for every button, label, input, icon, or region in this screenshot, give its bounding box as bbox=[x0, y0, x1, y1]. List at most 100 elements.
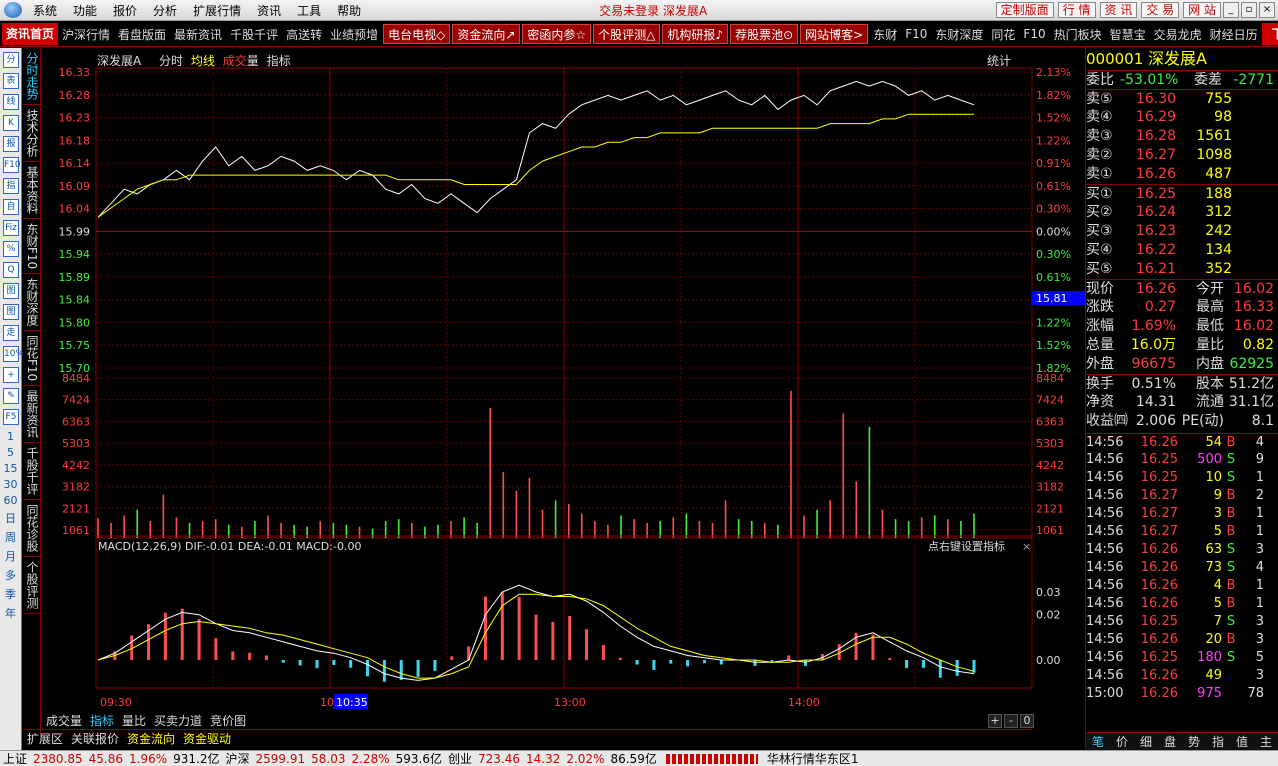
detail-tab[interactable]: 势 bbox=[1182, 733, 1206, 750]
vtab-item[interactable]: 同花诊股 bbox=[23, 500, 41, 558]
period-button[interactable]: 多 bbox=[0, 567, 21, 583]
toolbar-item[interactable]: F10 bbox=[901, 27, 931, 41]
tool-icon[interactable]: F5 bbox=[3, 409, 19, 425]
menu-tools[interactable]: 工具 bbox=[289, 2, 329, 19]
tool-icon[interactable]: 线 bbox=[3, 94, 19, 110]
zoom-button[interactable]: + bbox=[988, 713, 1002, 728]
detail-tab[interactable]: 价 bbox=[1110, 733, 1134, 750]
menu-analysis[interactable]: 分析 bbox=[145, 2, 185, 19]
tool-icon[interactable]: 表 bbox=[3, 73, 19, 89]
period-button[interactable]: 季 bbox=[0, 586, 21, 602]
detail-tab[interactable]: 值 bbox=[1230, 733, 1254, 750]
toolbar-item[interactable]: 高送转 bbox=[282, 26, 326, 43]
period-button[interactable]: 5 bbox=[0, 446, 21, 459]
vtab-item[interactable]: 同花F10 bbox=[23, 331, 41, 387]
vtab-item[interactable]: 个股评测 bbox=[23, 557, 41, 615]
indicator-tab[interactable]: 买卖力道 bbox=[150, 712, 206, 729]
news-button[interactable]: 资 讯 bbox=[1099, 2, 1138, 18]
indicator-tab[interactable]: 成交量 bbox=[42, 712, 86, 729]
toolbar-highlight-item[interactable]: 荐股票池⊙ bbox=[730, 24, 799, 44]
period-button[interactable]: 周 bbox=[0, 529, 21, 545]
trade-button[interactable]: 交 易 bbox=[1141, 2, 1180, 18]
next-page-button[interactable]: 下一页 bbox=[1261, 23, 1278, 45]
market-button[interactable]: 行 情 bbox=[1057, 2, 1096, 18]
toolbar-item[interactable]: 看盘版面 bbox=[114, 26, 170, 43]
toolbar-item[interactable]: 交易龙虎 bbox=[1150, 26, 1206, 43]
ext-tab[interactable]: 资金驱动 bbox=[179, 730, 235, 747]
toolbar-highlight-item[interactable]: 个股评测△ bbox=[593, 24, 661, 44]
detail-tab[interactable]: 细 bbox=[1134, 733, 1158, 750]
toolbar-item[interactable]: 千股千评 bbox=[226, 26, 282, 43]
zoom-button[interactable]: 0 bbox=[1020, 713, 1034, 728]
tool-icon[interactable]: K bbox=[3, 115, 19, 131]
menu-help[interactable]: 帮助 bbox=[329, 2, 369, 19]
menu-quote[interactable]: 报价 bbox=[105, 2, 145, 19]
toolbar-highlight-item[interactable]: 机构研报♪ bbox=[662, 24, 729, 44]
vtab-item[interactable]: 东财F10 bbox=[23, 219, 41, 275]
toolbar-highlight-item[interactable]: 网站博客> bbox=[800, 24, 869, 44]
detail-tab[interactable]: 笔 bbox=[1086, 733, 1110, 750]
menu-news[interactable]: 资讯 bbox=[249, 2, 289, 19]
toolbar-highlight-item[interactable]: 资金流向↗ bbox=[452, 24, 521, 44]
menu-system[interactable]: 系统 bbox=[25, 2, 65, 19]
indicator-tab[interactable]: 竞价图 bbox=[206, 712, 250, 729]
tool-icon[interactable]: 图 bbox=[3, 304, 19, 320]
toolbar-item[interactable]: 业绩预增 bbox=[326, 26, 382, 43]
intraday-chart[interactable]: 16.33 2.13% 16.28 1.82% 16.23 1.52% 16.18 1.22%… bbox=[42, 48, 1085, 712]
period-button[interactable]: 日 bbox=[0, 510, 21, 526]
period-button[interactable]: 30 bbox=[0, 478, 21, 491]
detail-tab[interactable]: 主 bbox=[1254, 733, 1278, 750]
tool-icon[interactable]: 报 bbox=[3, 136, 19, 152]
ext-tab[interactable]: 资金流向 bbox=[123, 730, 179, 747]
tool-icon[interactable]: 分 bbox=[3, 52, 19, 68]
period-button[interactable]: 年 bbox=[0, 605, 21, 621]
vtab-item[interactable]: 最新资讯 bbox=[23, 386, 41, 444]
toolbar-item[interactable]: F10 bbox=[1019, 27, 1049, 41]
tool-icon[interactable]: 自 bbox=[3, 199, 19, 215]
toolbar-item[interactable]: 东财 bbox=[869, 26, 901, 43]
toolbar-item[interactable]: 最新资讯 bbox=[170, 26, 226, 43]
tool-icon[interactable]: Q bbox=[3, 262, 19, 278]
tool-icon[interactable]: 图 bbox=[3, 283, 19, 299]
vtab-item[interactable]: 技术分析 bbox=[23, 105, 41, 162]
toolbar-item[interactable]: 智慧宝 bbox=[1106, 26, 1150, 43]
toolbar-item[interactable]: 东财深度 bbox=[931, 26, 987, 43]
indicator-tab[interactable]: 指标 bbox=[86, 712, 118, 729]
tool-icon[interactable]: 走 bbox=[3, 325, 19, 341]
tool-icon[interactable]: Fiz bbox=[3, 220, 19, 236]
vtab-item[interactable]: 东财深度 bbox=[23, 274, 41, 332]
toolbar-item[interactable]: 财经日历 bbox=[1206, 26, 1262, 43]
ext-tab[interactable]: 关联报价 bbox=[67, 730, 123, 747]
vtab-item[interactable]: 千股千评 bbox=[23, 443, 41, 501]
server-name[interactable]: 华林行情华东区1 bbox=[764, 750, 862, 766]
toolbar-highlight-item[interactable]: 电台电视◇ bbox=[383, 24, 451, 44]
indicator-tab[interactable]: 量比 bbox=[118, 712, 150, 729]
toolbar-item[interactable]: 热门板块 bbox=[1050, 26, 1106, 43]
minimize-icon[interactable]: _ bbox=[1223, 2, 1239, 18]
menu-function[interactable]: 功能 bbox=[65, 2, 105, 19]
macd-close-icon[interactable]: × bbox=[1022, 540, 1031, 553]
tool-icon[interactable]: % bbox=[3, 241, 19, 257]
news-home-tab[interactable]: 资讯首页 bbox=[2, 23, 59, 45]
toolbar-item[interactable]: 沪深行情 bbox=[58, 26, 114, 43]
zoom-button[interactable]: - bbox=[1004, 713, 1018, 728]
detail-tab[interactable]: 盘 bbox=[1158, 733, 1182, 750]
menu-ext-market[interactable]: 扩展行情 bbox=[185, 2, 249, 19]
close-icon[interactable]: × bbox=[1259, 2, 1275, 18]
toolbar-item[interactable]: 同花 bbox=[987, 26, 1019, 43]
period-button[interactable]: 月 bbox=[0, 548, 21, 564]
period-button[interactable]: 15 bbox=[0, 462, 21, 475]
vtab-item[interactable]: 分时走势 bbox=[23, 48, 41, 105]
custom-layout-button[interactable]: 定制版面 bbox=[995, 2, 1054, 18]
period-button[interactable]: 60 bbox=[0, 494, 21, 507]
tool-icon[interactable]: ✎ bbox=[3, 388, 19, 404]
tool-icon[interactable]: + bbox=[3, 367, 19, 383]
vtab-item[interactable]: 基本资料 bbox=[23, 162, 41, 219]
tool-icon[interactable]: F10 bbox=[3, 157, 21, 173]
toolbar-highlight-item[interactable]: 密函内参☆ bbox=[522, 24, 592, 44]
period-button[interactable]: 1 bbox=[0, 430, 21, 443]
tool-icon[interactable]: 指 bbox=[3, 178, 19, 194]
tool-icon[interactable]: 10% bbox=[3, 346, 24, 362]
detail-tab[interactable]: 指 bbox=[1206, 733, 1230, 750]
website-button[interactable]: 网 站 bbox=[1183, 2, 1221, 18]
